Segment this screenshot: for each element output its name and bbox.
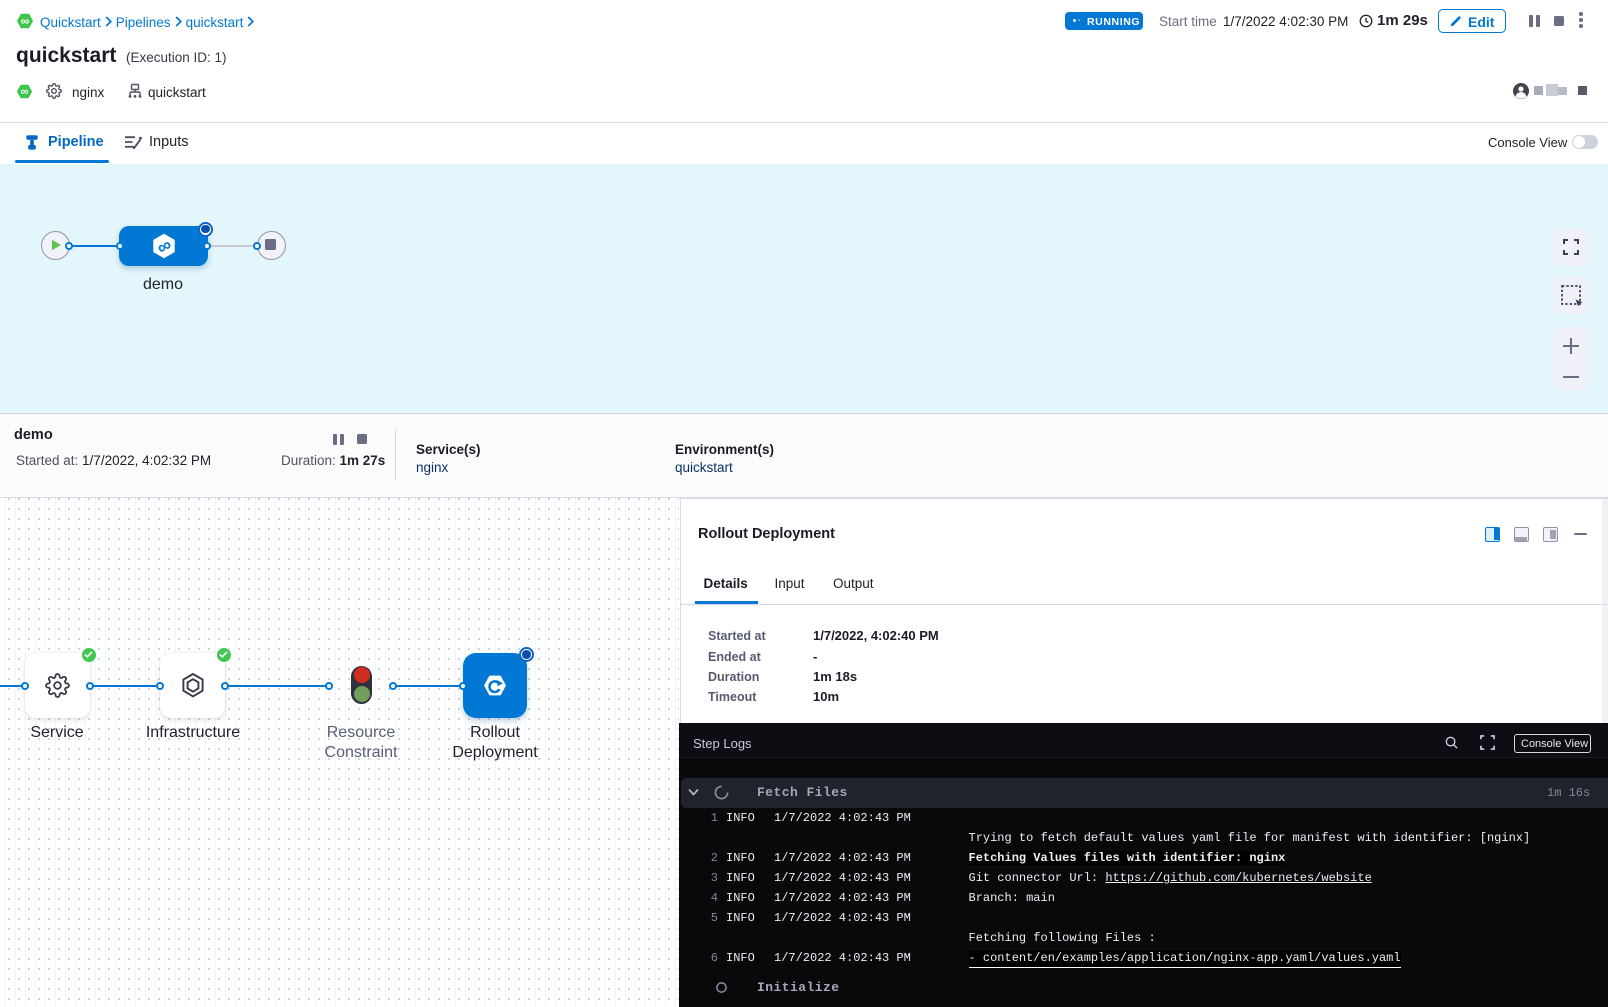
svg-text:∞: ∞ bbox=[20, 86, 28, 98]
svg-text:∞: ∞ bbox=[21, 14, 30, 28]
